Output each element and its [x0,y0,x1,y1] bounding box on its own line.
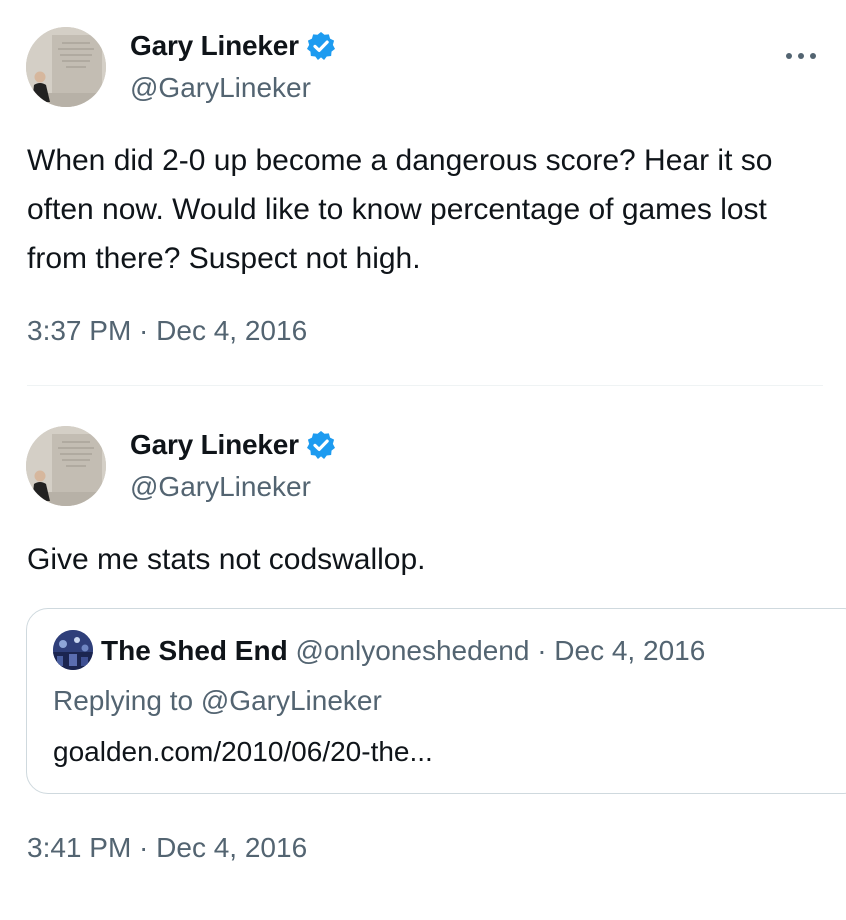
quoted-link[interactable]: goalden.com/2010/06/20-the... [53,736,433,768]
quoted-tweet[interactable]: The Shed End @onlyoneshedend · Dec 4, 20… [26,608,846,794]
quoted-author-meta: @onlyoneshedend · Dec 4, 2016 [295,635,706,666]
tweet-text: Give me stats not codswallop. [27,543,426,576]
quoted-author-avatar [53,630,93,670]
quoted-header: The Shed End @onlyoneshedend · Dec 4, 20… [101,635,705,667]
verified-badge-icon [306,431,335,459]
author-name[interactable]: Gary Lineker [130,429,299,461]
tweet-timestamp[interactable]: 3:41 PM · Dec 4, 2016 [27,832,307,864]
quoted-replying-to: Replying to @GaryLineker [53,685,382,716]
author-avatar[interactable] [26,426,106,506]
author-name-row: Gary Lineker [130,429,337,461]
tweet-2: Gary Lineker @GaryLineker Give me stats … [0,0,846,920]
quoted-author-name: The Shed End [101,635,288,666]
author-handle[interactable]: @GaryLineker [130,471,311,503]
